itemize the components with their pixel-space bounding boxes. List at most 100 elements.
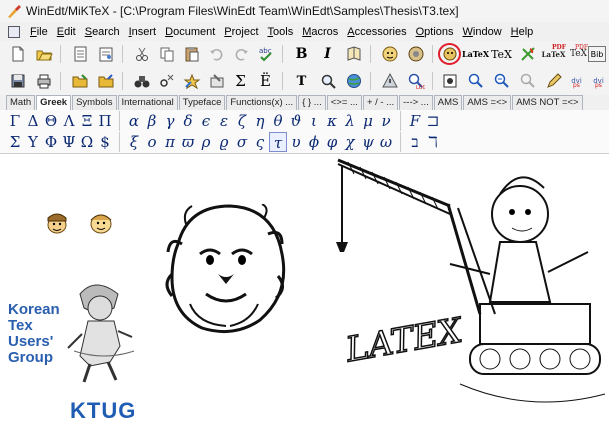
symbol-button[interactable]: ρ [197, 132, 215, 152]
tab-ams-not-relations[interactable]: AMS NOT =<> [512, 95, 583, 110]
symbol-button[interactable]: π [161, 132, 179, 152]
menu-accessories[interactable]: Accessories [343, 26, 411, 38]
tab-functions[interactable]: Functions(x) ... [226, 95, 298, 110]
spelling-icon[interactable] [180, 70, 203, 92]
typewriter-icon[interactable]: T [290, 70, 313, 92]
symbol-button[interactable]: Υ [24, 132, 42, 152]
bibtex-icon[interactable]: Bib [588, 46, 606, 62]
tab-greek[interactable]: Greek [36, 95, 72, 110]
symbol-button-highlighted[interactable]: τ [269, 132, 287, 152]
folder-icon[interactable] [68, 70, 91, 92]
symbol-button[interactable]: ℸ [424, 132, 442, 152]
globe-icon[interactable] [342, 70, 365, 92]
symbol-button[interactable]: F [406, 111, 424, 131]
tools-icon[interactable] [205, 70, 228, 92]
pencil-icon[interactable] [542, 70, 565, 92]
symbol-button[interactable]: φ [323, 132, 341, 152]
warning-icon[interactable] [378, 70, 401, 92]
menu-document[interactable]: Document [161, 26, 220, 38]
symbol-button[interactable]: ν [377, 111, 395, 131]
diaeresis-icon[interactable]: Ë [254, 70, 277, 92]
aleph-icon[interactable] [516, 43, 539, 65]
folder-alt-icon[interactable] [94, 70, 117, 92]
menu-macros[interactable]: Macros [298, 26, 343, 38]
bold-icon[interactable]: B [290, 43, 313, 65]
italic-icon[interactable]: I [316, 43, 339, 65]
dvi-pdf-icon[interactable]: dvi ps [587, 70, 609, 92]
tab-math[interactable]: Math [6, 95, 36, 110]
symbol-button[interactable]: θ [269, 111, 287, 131]
symbol-button[interactable]: β [143, 111, 161, 131]
tab-ams[interactable]: AMS [433, 95, 463, 110]
cut-icon[interactable] [130, 43, 153, 65]
find-replace-icon[interactable] [155, 70, 178, 92]
tab-symbols[interactable]: Symbols [72, 95, 117, 110]
menu-search[interactable]: Search [81, 26, 125, 38]
copy-icon[interactable] [155, 43, 178, 65]
symbol-button[interactable]: ⊐ [424, 111, 442, 131]
symbol-button[interactable]: Ξ [78, 111, 96, 131]
pdflatex-icon[interactable]: LaTeX PDF [542, 43, 566, 65]
menu-insert[interactable]: Insert [125, 26, 162, 38]
tab-international[interactable]: International [117, 95, 178, 110]
symbol-button[interactable]: ο [143, 132, 161, 152]
symbol-button[interactable]: ϵ [197, 111, 215, 131]
redo-icon[interactable] [229, 43, 252, 65]
symbol-button[interactable]: χ [341, 132, 359, 152]
symbol-button[interactable]: ב [406, 132, 424, 152]
symbol-button[interactable]: λ [341, 111, 359, 131]
symbol-button[interactable]: υ [287, 132, 305, 152]
symbol-button[interactable]: ζ [233, 111, 251, 131]
tab-operators[interactable]: + / - ... [362, 95, 399, 110]
symbol-button[interactable]: ξ [125, 132, 143, 152]
symbol-button[interactable]: α [125, 111, 143, 131]
lion-highlighted-icon[interactable] [438, 43, 461, 65]
document-alt-icon[interactable] [94, 43, 117, 65]
symbol-button[interactable]: Ω [78, 132, 96, 152]
symbol-button[interactable]: γ [161, 111, 179, 131]
save-icon[interactable] [6, 70, 29, 92]
tab-ams-relations[interactable]: AMS =<> [463, 95, 512, 110]
tex-icon[interactable]: TeX [490, 43, 513, 65]
menu-file[interactable]: File [26, 26, 53, 38]
symbol-button[interactable]: ς [251, 132, 269, 152]
symbol-button[interactable]: ϕ [305, 132, 323, 152]
magnifier-icon[interactable] [316, 70, 339, 92]
menu-edit[interactable]: Edit [53, 26, 81, 38]
latex-icon[interactable]: LaTeX [462, 43, 489, 65]
symbol-button[interactable]: κ [323, 111, 341, 131]
symbol-button[interactable]: Λ [60, 111, 78, 131]
symbol-button[interactable]: Σ [6, 132, 24, 152]
menu-tools[interactable]: Tools [264, 26, 299, 38]
symbol-button[interactable]: ϑ [287, 111, 305, 131]
lion-icon[interactable] [378, 43, 401, 65]
pdftex-icon[interactable]: TeX PDF [567, 43, 590, 65]
tab-relations[interactable]: <>= ... [326, 95, 362, 110]
symbol-button[interactable]: Γ [6, 111, 24, 131]
dvi-search-icon[interactable] [464, 70, 487, 92]
document-system-icon[interactable] [8, 25, 20, 38]
menu-project[interactable]: Project [220, 26, 263, 38]
symbol-button[interactable]: η [251, 111, 269, 131]
paste-icon[interactable] [180, 43, 203, 65]
tab-braces[interactable]: { } ... [298, 95, 326, 110]
symbol-button[interactable]: ι [305, 111, 323, 131]
log-search-icon[interactable]: LOG [404, 70, 427, 92]
zoom-icon[interactable] [516, 70, 539, 92]
spell-check-icon[interactable]: abc [254, 43, 277, 65]
symbol-button[interactable]: ϱ [215, 132, 233, 152]
symbol-button[interactable]: Θ [42, 111, 60, 131]
new-file-icon[interactable] [6, 43, 29, 65]
symbol-button[interactable]: Φ [42, 132, 60, 152]
tab-typeface[interactable]: Typeface [178, 95, 226, 110]
view-icon[interactable] [438, 70, 461, 92]
open-file-icon[interactable] [32, 43, 55, 65]
binoculars-icon[interactable] [130, 70, 153, 92]
symbol-button[interactable]: ψ [359, 132, 377, 152]
symbol-button[interactable]: ϖ [179, 132, 197, 152]
menu-options[interactable]: Options [412, 26, 459, 38]
symbol-button[interactable]: μ [359, 111, 377, 131]
symbol-button[interactable]: Π [96, 111, 114, 131]
undo-icon[interactable] [205, 43, 228, 65]
sigma-icon[interactable]: Σ [229, 70, 252, 92]
